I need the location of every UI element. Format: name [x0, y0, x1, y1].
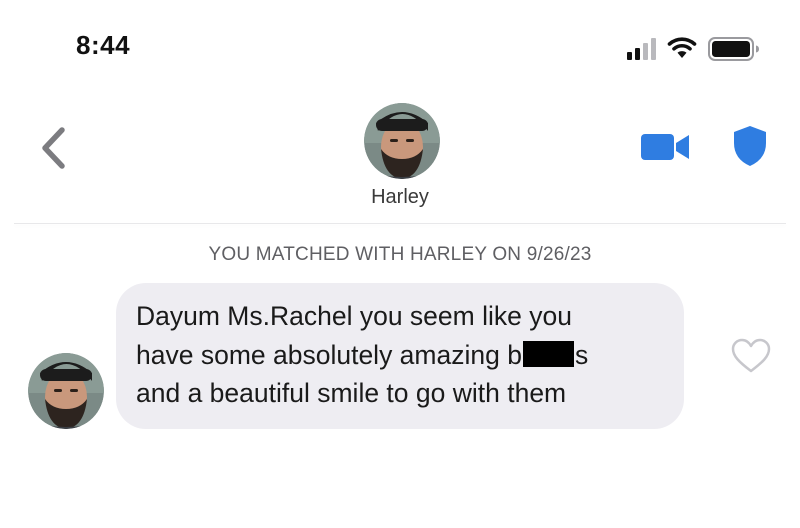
header-divider	[14, 223, 786, 224]
message-line-1: Dayum Ms.Rachel you seem like you	[136, 301, 572, 331]
battery-icon	[708, 37, 759, 61]
shield-icon[interactable]	[731, 124, 769, 168]
profile-photo-icon	[364, 103, 440, 179]
message-bubble[interactable]: Dayum Ms.Rachel you seem like you have s…	[116, 283, 684, 429]
contact-name[interactable]: Harley	[300, 186, 500, 209]
message-sender-avatar[interactable]	[28, 353, 104, 429]
back-chevron-icon[interactable]	[36, 124, 70, 172]
heart-outline-icon[interactable]	[731, 338, 771, 374]
match-notice: YOU MATCHED WITH HARLEY ON 9/26/23	[208, 244, 592, 265]
video-call-icon[interactable]	[641, 132, 691, 162]
wifi-icon	[667, 37, 697, 58]
message-line-2-start: have some absolutely amazing b	[136, 339, 522, 370]
cellular-signal-icon	[627, 38, 656, 60]
chat-screen: 8:44 Harley YOU MATCHED WITH HARLEY ON 9…	[0, 0, 800, 528]
message-line-2: have some absolutely amazing b s	[136, 336, 664, 375]
message-line-3: and a beautiful smile to go with them	[136, 378, 567, 408]
status-time: 8:44	[76, 30, 131, 60]
profile-photo-icon	[28, 353, 104, 429]
redaction-box	[522, 340, 574, 367]
message-line-2-end: s	[574, 339, 589, 370]
contact-avatar[interactable]	[364, 103, 440, 179]
